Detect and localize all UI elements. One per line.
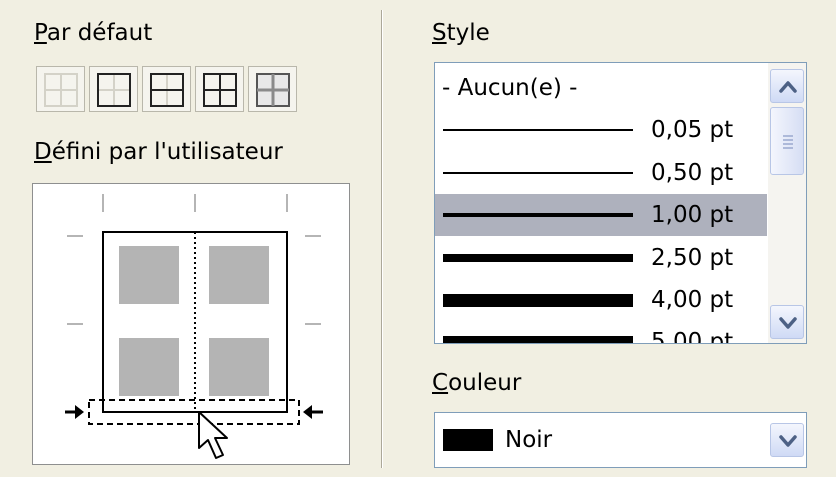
style-item-label: 2,50 pt	[651, 245, 734, 271]
line-preview-1-00	[443, 213, 633, 217]
panel-divider	[381, 10, 383, 468]
style-item-none[interactable]: - Aucun(e) -	[435, 67, 767, 109]
mouse-cursor-icon	[198, 411, 228, 459]
user-defined-label-text: Défini par l'utilisateur	[34, 139, 283, 165]
scroll-up-button[interactable]	[770, 69, 804, 103]
default-label: Par défaut	[34, 19, 152, 47]
border-preview[interactable]	[32, 183, 350, 465]
scroll-thumb[interactable]	[770, 107, 804, 175]
style-label-text: Style	[432, 20, 490, 46]
border-preview-graphic	[65, 194, 323, 425]
preset-outer-inner-button[interactable]	[248, 66, 297, 112]
color-label: Couleur	[432, 369, 521, 397]
style-item-0-50[interactable]: 0,50 pt	[435, 152, 767, 194]
line-preview-5-00	[443, 336, 633, 343]
color-swatch	[443, 429, 493, 451]
color-label-text: Couleur	[432, 370, 522, 396]
style-item-label: 4,00 pt	[651, 287, 734, 313]
preset-no-borders-button[interactable]	[36, 66, 85, 112]
scroll-grip-icon	[783, 135, 793, 149]
preset-all-borders-icon	[203, 73, 237, 107]
style-item-label: 5,00 pt	[651, 329, 734, 344]
preset-outer-horizontal-icon	[150, 73, 184, 107]
style-item-0-05[interactable]: 0,05 pt	[435, 109, 767, 151]
color-dropdown[interactable]: Noir	[434, 412, 807, 468]
line-preview-0-50	[443, 172, 633, 174]
default-label-text: Par défaut	[34, 20, 153, 46]
style-item-label: 0,50 pt	[651, 160, 734, 186]
dropdown-arrow-icon	[779, 435, 797, 447]
style-item-1-00[interactable]: 1,00 pt	[435, 194, 767, 236]
style-item-label: 0,05 pt	[651, 117, 734, 143]
style-item-none-label: - Aucun(e) -	[442, 75, 578, 101]
preset-buttons	[36, 66, 297, 112]
style-scrollbar[interactable]	[768, 63, 806, 343]
user-defined-label: Défini par l'utilisateur	[34, 138, 283, 166]
line-preview-2-50	[443, 254, 633, 262]
scroll-down-button[interactable]	[770, 305, 804, 339]
style-item-4-00[interactable]: 4,00 pt	[435, 279, 767, 321]
preset-no-borders-icon	[44, 73, 78, 107]
style-listbox[interactable]: - Aucun(e) - 0,05 pt 0,50 pt 1,00 pt 2,5…	[434, 62, 807, 344]
scroll-up-icon	[779, 81, 797, 93]
scroll-down-icon	[779, 317, 797, 329]
color-value: Noir	[505, 427, 553, 453]
preset-all-borders-button[interactable]	[195, 66, 244, 112]
preset-outer-border-icon	[97, 73, 131, 107]
style-item-label: 1,00 pt	[651, 202, 734, 228]
line-preview-0-05	[443, 129, 633, 131]
preset-outer-border-button[interactable]	[89, 66, 138, 112]
style-item-5-00[interactable]: 5,00 pt	[435, 321, 767, 344]
line-preview-4-00	[443, 294, 633, 307]
preset-outer-horizontal-button[interactable]	[142, 66, 191, 112]
style-label: Style	[432, 19, 490, 47]
style-item-2-50[interactable]: 2,50 pt	[435, 237, 767, 279]
color-dropdown-button[interactable]	[770, 423, 804, 457]
preset-outer-inner-icon	[256, 73, 290, 107]
